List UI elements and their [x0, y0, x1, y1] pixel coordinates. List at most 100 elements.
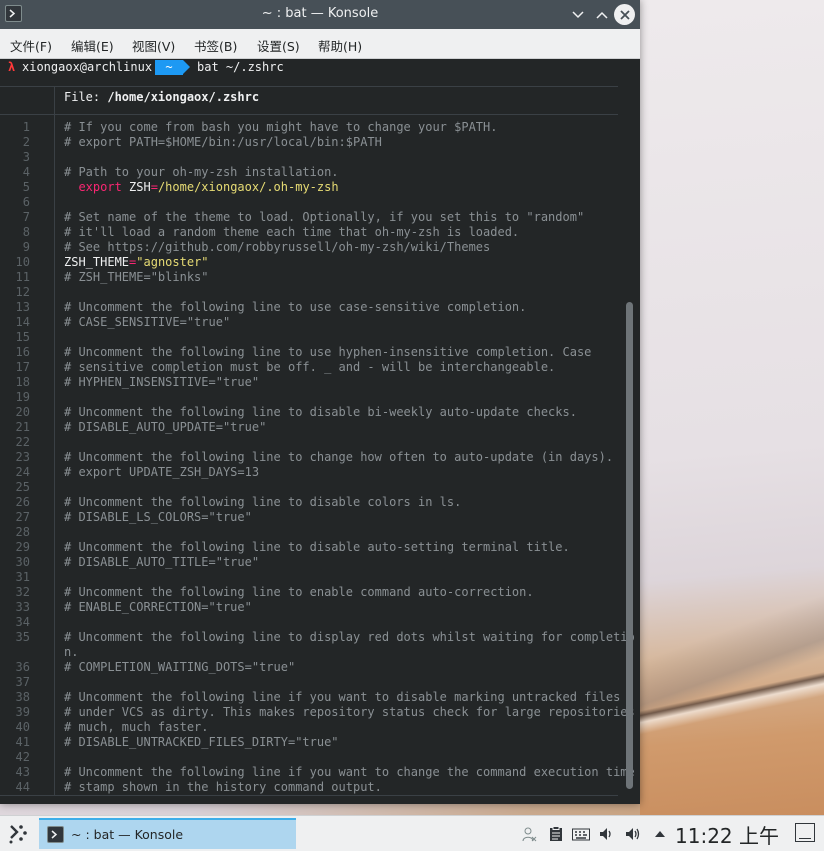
- show-desktop-button[interactable]: [795, 823, 815, 842]
- line-number: 21: [15, 420, 30, 434]
- code-token: # Uncomment the following line if you wa…: [64, 690, 621, 704]
- line-number: 9: [22, 240, 30, 254]
- line-text: export ZSH=/home/xiongaox/.oh-my-zsh: [64, 180, 338, 194]
- line-number: 36: [15, 660, 30, 674]
- clipboard-icon[interactable]: [547, 825, 565, 843]
- keyboard-icon[interactable]: [572, 825, 590, 843]
- line-number: 30: [15, 555, 30, 569]
- clock[interactable]: 11:22 上午: [675, 820, 779, 849]
- volume-icon[interactable]: [598, 825, 616, 843]
- line-text: # Uncomment the following line to disabl…: [64, 495, 461, 509]
- line-number: 7: [22, 210, 30, 224]
- line-number: 22: [15, 435, 30, 449]
- code-token: # DISABLE_UNTRACKED_FILES_DIRTY="true": [64, 735, 339, 749]
- close-icon: [619, 9, 630, 20]
- code-token: n.: [64, 645, 79, 659]
- taskbar-task-konsole[interactable]: ~ : bat — Konsole: [39, 818, 296, 849]
- close-button[interactable]: [614, 4, 635, 25]
- line-number: 4: [22, 165, 30, 179]
- maximize-button[interactable]: [591, 4, 612, 25]
- code-token: # Uncomment the following line to disabl…: [64, 405, 577, 419]
- audio-icon[interactable]: [624, 825, 642, 843]
- file-label-prefix: File:: [64, 90, 108, 104]
- line-number: 41: [15, 735, 30, 749]
- code-token: # stamp shown in the history command out…: [64, 780, 382, 794]
- code-token: # DISABLE_LS_COLORS="true": [64, 510, 252, 524]
- line-text: # Uncomment the following line to change…: [64, 450, 613, 464]
- kde-launcher-icon: [9, 825, 27, 844]
- line-number: 20: [15, 405, 30, 419]
- line-text: # much, much faster.: [64, 720, 209, 734]
- gutter-divider: [54, 86, 55, 795]
- line-number: 17: [15, 360, 30, 374]
- taskbar: ~ : bat — Konsole 11:22 上午: [0, 815, 824, 851]
- line-text: # sensitive completion must be off. _ an…: [64, 360, 555, 374]
- prompt-arrow: λ: [8, 60, 16, 74]
- line-text: n.: [64, 645, 78, 659]
- code-token: # DISABLE_AUTO_TITLE="true": [64, 555, 260, 569]
- konsole-task-icon: [47, 826, 64, 843]
- code-token: # Uncomment the following line to enable…: [64, 585, 534, 599]
- line-number: 23: [15, 450, 30, 464]
- prompt-command: bat ~/.zshrc: [197, 60, 284, 74]
- line-text: # Uncomment the following line if you wa…: [64, 765, 635, 779]
- line-number: 32: [15, 585, 30, 599]
- code-token: # export UPDATE_ZSH_DAYS=13: [64, 465, 260, 479]
- application-launcher-button[interactable]: [6, 823, 30, 845]
- konsole-window: ~ : bat — Konsole 文件(F) 编辑(E) 视图(V) 书签(B…: [0, 0, 640, 804]
- line-number: 16: [15, 345, 30, 359]
- line-number: 29: [15, 540, 30, 554]
- line-number: 37: [15, 675, 30, 689]
- line-number: 12: [15, 285, 30, 299]
- line-number: 44: [15, 780, 30, 794]
- line-text: # See https://github.com/robbyrussell/oh…: [64, 240, 490, 254]
- chevron-up-icon: [595, 11, 608, 19]
- window-titlebar[interactable]: ~ : bat — Konsole: [0, 0, 640, 29]
- line-text: # ZSH_THEME="blinks": [64, 270, 209, 284]
- line-text: # it'll load a random theme each time th…: [64, 225, 519, 239]
- terminal-area[interactable]: λ xiongaox@archlinux ~ bat ~/.zshrc File…: [0, 59, 640, 804]
- code-token: # Uncomment the following line to change…: [64, 450, 614, 464]
- user-icon[interactable]: [520, 825, 538, 843]
- line-number: 43: [15, 765, 30, 779]
- code-token: # CASE_SENSITIVE="true": [64, 315, 231, 329]
- code-token: # Uncomment the following line to use ca…: [64, 300, 527, 314]
- code-token: # ZSH_THEME="blinks": [64, 270, 209, 284]
- menu-edit[interactable]: 编辑(E): [71, 36, 114, 55]
- line-number: 1: [22, 120, 30, 134]
- prompt-directory: ~: [155, 60, 190, 75]
- line-text: # If you come from bash you might have t…: [64, 120, 497, 134]
- line-text: # export UPDATE_ZSH_DAYS=13: [64, 465, 259, 479]
- line-text: # DISABLE_AUTO_TITLE="true": [64, 555, 259, 569]
- line-text: # Uncomment the following line to use hy…: [64, 345, 591, 359]
- menu-view[interactable]: 视图(V): [132, 36, 175, 55]
- expand-tray-icon[interactable]: [651, 825, 669, 843]
- minimize-button[interactable]: [567, 4, 588, 25]
- line-number: 33: [15, 600, 30, 614]
- chevron-down-icon: [571, 10, 584, 18]
- code-token: # Set name of the theme to load. Optiona…: [64, 210, 585, 224]
- file-path: /home/xiongaox/.zshrc: [107, 90, 260, 104]
- line-number: 5: [22, 180, 30, 194]
- divider: [0, 86, 618, 87]
- menu-help[interactable]: 帮助(H): [318, 36, 362, 55]
- line-text: # stamp shown in the history command out…: [64, 780, 382, 794]
- line-number: 11: [15, 270, 30, 284]
- line-text: # Set name of the theme to load. Optiona…: [64, 210, 584, 224]
- scrollbar-thumb[interactable]: [626, 302, 633, 789]
- file-header: File: /home/xiongaox/.zshrc: [64, 90, 259, 104]
- code-token: "agnoster": [136, 255, 209, 269]
- menu-bookmarks[interactable]: 书签(B): [194, 36, 237, 55]
- line-number: 24: [15, 465, 30, 479]
- prompt-user: xiongaox@archlinux: [22, 60, 153, 74]
- line-number: 28: [15, 525, 30, 539]
- line-number: 31: [15, 570, 30, 584]
- menu-file[interactable]: 文件(F): [10, 36, 52, 55]
- line-text: # CASE_SENSITIVE="true": [64, 315, 230, 329]
- code-token: # Path to your oh-my-zsh installation.: [64, 165, 339, 179]
- code-token: # If you come from bash you might have t…: [64, 120, 498, 134]
- line-number: 18: [15, 375, 30, 389]
- code-token: ZSH_THEME: [64, 255, 130, 269]
- menu-settings[interactable]: 设置(S): [257, 36, 300, 55]
